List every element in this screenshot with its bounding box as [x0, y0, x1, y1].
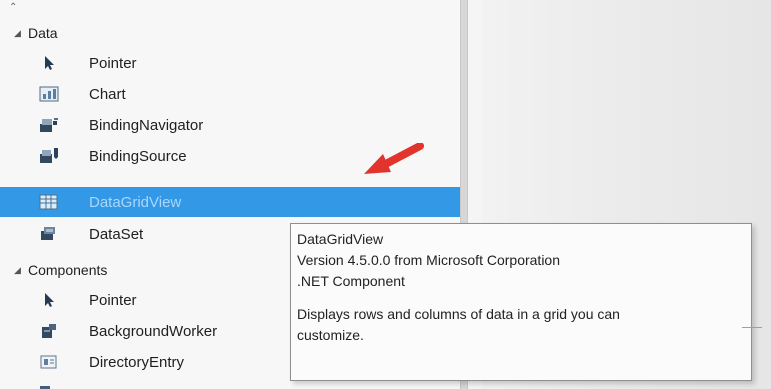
dataset-icon [39, 224, 59, 244]
next-item-icon-partial [36, 381, 56, 389]
toolbox-item-bindingnavigator[interactable]: BindingNavigator [0, 111, 460, 139]
pointer-icon [39, 53, 59, 73]
toolbox-item-label: BindingSource [89, 147, 187, 165]
tooltip-description-line-2: customize. [297, 327, 364, 343]
toolbox-item-label: BackgroundWorker [89, 322, 218, 340]
tooltip-version: Version 4.5.0.0 from Microsoft Corporati… [297, 252, 561, 268]
toolbox-item-datagridview-selected[interactable]: DataGridView [0, 187, 460, 217]
tooltip-spacer [297, 292, 745, 304]
toolbox-item-label: Chart [89, 85, 126, 103]
background-divider [742, 327, 762, 328]
category-data-label: Data [28, 25, 58, 41]
toolbox-item-label: Pointer [89, 291, 137, 309]
binding-navigator-icon [39, 115, 59, 135]
toolbox-item-label: BindingNavigator [89, 116, 204, 134]
tooltip-title: DataGridView [297, 231, 384, 247]
binding-source-icon [39, 146, 59, 166]
toolbox-item-label: DataSet [89, 225, 144, 243]
toolbox-item-chart[interactable]: Chart [0, 80, 460, 108]
screenshot-stage: ⌃ ◢ Data Pointer Chart BindingNavigator … [0, 0, 771, 389]
red-annotation-arrow-icon [364, 143, 424, 174]
chart-icon [39, 84, 59, 104]
toolbox-item-label: DataGridView [89, 193, 182, 211]
tooltip-description-line-1: Displays rows and columns of data in a g… [297, 306, 620, 322]
toolbox-item-label: DirectoryEntry [89, 353, 185, 371]
toolbox-item-pointer-data[interactable]: Pointer [0, 49, 460, 77]
collapse-triangle-icon: ◢ [14, 264, 21, 275]
datagridview-icon [39, 192, 59, 212]
category-data[interactable]: ◢ Data [0, 19, 460, 47]
pointer-icon [39, 290, 59, 310]
toolbox-scroll-caret-icon: ⌃ [9, 2, 18, 13]
category-components-label: Components [28, 262, 108, 278]
directory-entry-icon [39, 352, 59, 372]
background-worker-icon [39, 321, 59, 341]
datagridview-tooltip: DataGridView Version 4.5.0.0 from Micros… [290, 223, 752, 381]
tooltip-component-type: .NET Component [297, 273, 405, 289]
collapse-triangle-icon: ◢ [14, 27, 21, 38]
toolbox-item-label: Pointer [89, 54, 137, 72]
